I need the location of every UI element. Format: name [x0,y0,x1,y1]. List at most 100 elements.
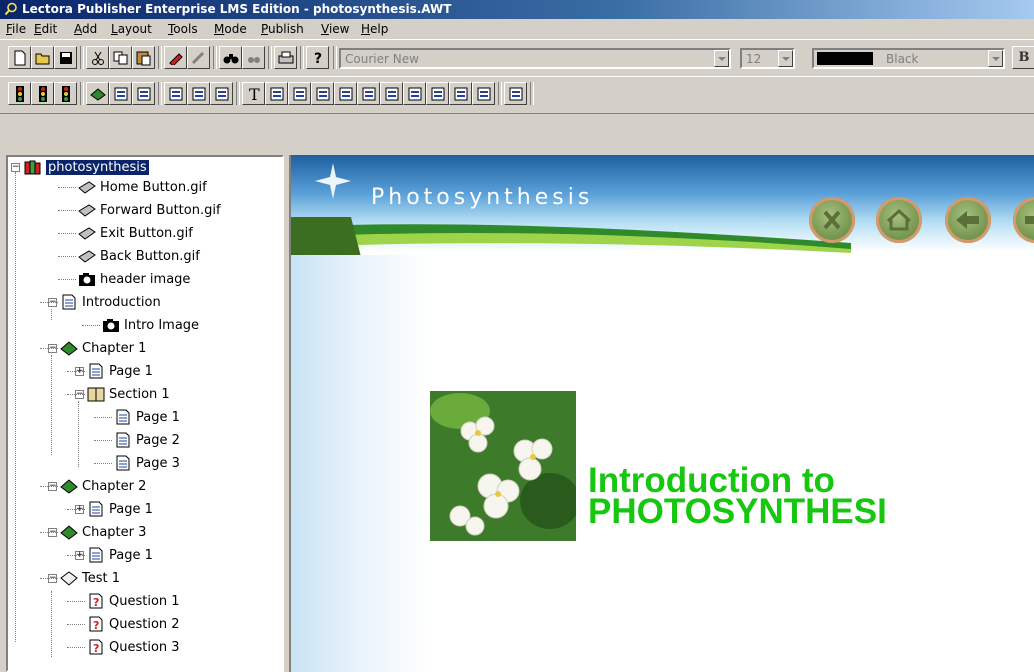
print-icon[interactable] [274,46,297,69]
title-bar[interactable]: Lectora Publisher Enterprise LMS Edition… [0,0,1034,19]
chevron-down-icon[interactable] [778,50,793,67]
tree-item[interactable]: Test 1 [60,568,120,588]
paste-icon[interactable] [132,46,155,69]
page-icon [89,363,103,379]
animation-icon[interactable] [288,82,311,105]
form-icon[interactable] [449,82,472,105]
tree-item[interactable]: Home Button.gif [78,177,207,197]
question-icon[interactable] [210,82,233,105]
menu-mode[interactable]: Mode [214,22,247,36]
test-icon[interactable] [164,82,187,105]
tree-item[interactable]: Exit Button.gif [78,223,193,243]
tree-item-label: header image [100,271,191,287]
chevron-down-icon[interactable] [988,50,1003,67]
tree-item-label: Page 1 [109,363,153,379]
audio-icon[interactable] [357,82,380,105]
text-icon[interactable]: T [242,82,265,105]
menu-file[interactable]: File [6,22,26,36]
menu-tools[interactable]: Tools [168,22,198,36]
help-icon[interactable]: ? [306,46,329,69]
tree-root[interactable]: photosynthesis [24,157,149,177]
link-icon[interactable] [187,46,210,69]
menu-edit[interactable]: Edit [34,22,57,36]
cut-icon[interactable] [86,46,109,69]
menu-publish[interactable]: Publish [261,22,304,36]
collapse-icon[interactable]: − [11,163,20,172]
publish-icon[interactable] [504,82,527,105]
gif-icon [78,227,96,240]
title-explorer-tree[interactable]: − photosynthesis Home Button.gif Forward … [6,155,284,672]
tree-item-label: Test 1 [82,570,121,586]
traffic-green-icon[interactable] [54,82,77,105]
video-icon[interactable] [311,82,334,105]
find-icon[interactable] [219,46,242,69]
chevron-down-icon[interactable] [714,50,729,67]
button-icon[interactable] [380,82,403,105]
star-icon [315,163,351,199]
font-family-select[interactable]: Courier New [339,48,731,69]
menu-layout[interactable]: Layout [111,22,152,36]
forward-button[interactable] [1013,197,1034,243]
question-icon: ? [89,616,103,632]
tree-item[interactable]: Page 2 [114,430,180,450]
tree-item[interactable]: Back Button.gif [78,246,200,266]
section-icon[interactable] [109,82,132,105]
tree-item-label: Introduction [82,294,161,310]
tree-item[interactable]: header image [78,269,190,289]
tree-item-label: Intro Image [124,317,200,333]
table-of-contents-icon[interactable] [403,82,426,105]
header-image: Photosynthesis [291,155,1034,265]
tree-item[interactable]: Introduction [60,292,161,312]
tree-item[interactable]: Page 1 [114,407,180,427]
html-icon[interactable] [472,82,495,105]
traffic-yellow-icon[interactable] [31,82,54,105]
traffic-red-icon[interactable] [8,82,31,105]
intro-title-line2: PHOTOSYNTHESI [588,492,887,531]
open-folder-icon[interactable] [31,46,54,69]
new-icon[interactable] [8,46,31,69]
tree-item[interactable]: Intro Image [102,315,199,335]
page-preview[interactable]: Photosynthesis Introduction to PHOTOSYNT… [289,155,1034,672]
tree-item[interactable]: Chapter 1 [60,338,146,358]
chart-icon[interactable] [334,82,357,105]
tree-item[interactable]: Page 1 [87,499,153,519]
tree-item-label: Section 1 [109,386,170,402]
back-button[interactable] [945,197,991,243]
replace-icon[interactable] [242,46,265,69]
tree-item[interactable]: Chapter 2 [60,476,146,496]
menu-view[interactable]: View [321,22,349,36]
tree-item-label: Page 1 [109,501,153,517]
font-size-select[interactable]: 12 [740,48,795,69]
menu-help[interactable]: Help [361,22,388,36]
tree-item-label: Page 1 [136,409,180,425]
bold-button[interactable]: B [1012,46,1034,69]
tree-item[interactable]: Section 1 [87,384,170,404]
home-button[interactable] [876,197,922,243]
standard-toolbar: ? Courier New 12 Black B [0,39,1034,77]
menu-add[interactable]: Add [74,22,97,36]
format-painter-icon[interactable] [164,46,187,69]
tree-item[interactable]: ? Question 2 [87,614,180,634]
exit-button[interactable] [809,197,855,243]
svg-text:?: ? [93,619,99,632]
tree-item[interactable]: Page 1 [87,545,153,565]
tree-item[interactable]: Chapter 3 [60,522,146,542]
book-icon[interactable] [86,82,109,105]
tree-item[interactable]: Forward Button.gif [78,200,221,220]
svg-text:?: ? [314,51,322,66]
tree-item[interactable]: Page 3 [114,453,180,473]
page-icon[interactable] [132,82,155,105]
window-title: Lectora Publisher Enterprise LMS Edition… [22,2,452,16]
font-color-select[interactable]: Black [812,48,1005,69]
gif-icon [78,181,96,194]
copy-icon[interactable] [109,46,132,69]
tree-item-label: Chapter 1 [82,340,147,356]
tree-item[interactable]: ? Question 1 [87,591,180,611]
save-icon[interactable] [54,46,77,69]
test-section-icon[interactable] [187,82,210,105]
tree-item[interactable]: Page 1 [87,361,153,381]
image-icon[interactable] [265,82,288,105]
home-icon [886,208,912,231]
list-icon[interactable] [426,82,449,105]
tree-item[interactable]: ? Question 3 [87,637,180,657]
